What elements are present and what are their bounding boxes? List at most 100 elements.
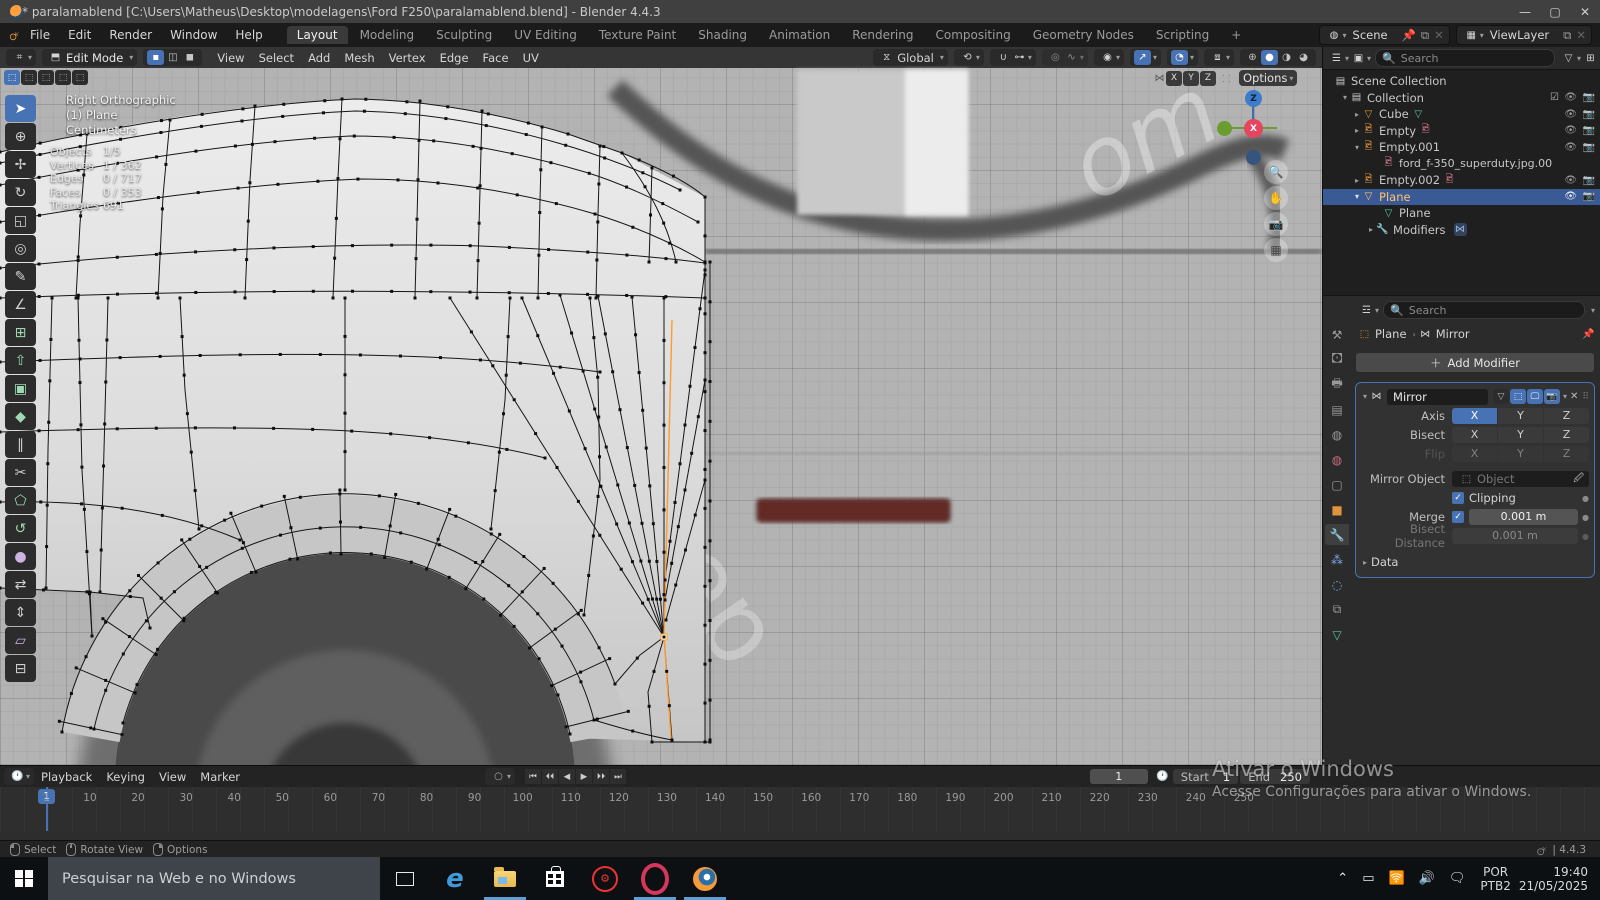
frame-tick-90[interactable]: 90 [460,792,490,804]
timeline-menu-keying[interactable]: Keying [99,770,152,784]
frame-tick-1[interactable]: 1 [32,792,62,804]
copy-icon[interactable]: ⧉ [1563,28,1571,43]
mirror-x-button[interactable]: X [1166,70,1182,86]
extras-dropdown[interactable]: ▾ [1563,392,1567,401]
tab-object[interactable]: ■ [1325,499,1349,520]
mirror-butterfly-icon[interactable]: ⋈ [1153,72,1166,85]
scale-tool[interactable]: ◱ [5,207,36,234]
expand-arrow[interactable]: ▸ [1355,126,1359,135]
menu-help[interactable]: Help [226,28,271,42]
frame-tick-190[interactable]: 190 [940,792,970,804]
tab-constraints[interactable]: ⧉ [1325,599,1349,620]
edge-slide-tool[interactable]: ⇄ [5,571,36,598]
frame-tick-180[interactable]: 180 [892,792,922,804]
menu-window[interactable]: Window [161,28,226,42]
pin-icon[interactable]: 📌 [1582,328,1595,341]
frame-tick-100[interactable]: 100 [508,792,538,804]
breadcrumb-modifier[interactable]: Mirror [1436,327,1470,341]
jump-end-button[interactable]: ⏭ [609,769,626,784]
collapse-arrow[interactable]: ▾ [1363,392,1367,401]
frame-tick-80[interactable]: 80 [412,792,442,804]
select-subtract-button[interactable]: ⬚ [38,70,54,85]
security-app-taskbar-button[interactable]: ⚙ [580,857,630,900]
notifications-icon[interactable]: 🗨 [1449,871,1466,886]
select-extend-button[interactable]: ⬚ [21,70,37,85]
expand-arrow[interactable]: ▸ [1355,176,1359,185]
expand-arrow[interactable]: ▸ [1355,110,1359,119]
poly-build-tool[interactable]: ⬠ [5,487,36,514]
tab-world[interactable]: ◍ [1325,449,1349,470]
frame-tick-20[interactable]: 20 [123,792,153,804]
cursor-tool[interactable]: ⊕ [5,123,36,150]
expand-arrow[interactable]: ▾ [1343,93,1347,102]
menu-file[interactable]: File [21,28,59,42]
frame-tick-70[interactable]: 70 [363,792,393,804]
frame-tick-230[interactable]: 230 [1133,792,1163,804]
rip-region-tool[interactable]: ⊟ [5,655,36,682]
properties-search-input[interactable]: 🔍 Search [1383,301,1585,319]
inset-faces-tool[interactable]: ▣ [5,375,36,402]
language-indicator[interactable]: POR PTB2 [1480,865,1510,893]
annotate-tool[interactable]: ✎ [5,263,36,290]
tab--[interactable]: + [1221,26,1251,44]
axis-z-button[interactable]: Z [1544,408,1589,424]
render-camera-icon[interactable]: 📷 [1583,92,1595,103]
next-keyframe-button[interactable]: ⏵⏵ [592,769,609,784]
clipping-checkbox[interactable]: ✓ [1452,492,1464,504]
measure-tool[interactable]: ∠ [5,291,36,318]
tab-layout[interactable]: Layout [286,26,348,44]
frame-tick-140[interactable]: 140 [700,792,730,804]
frame-tick-200[interactable]: 200 [988,792,1018,804]
menu-edit[interactable]: Edit [59,28,100,42]
tab-rendering[interactable]: Rendering [842,26,923,44]
grid-ortho-icon[interactable]: ▦ [1264,238,1288,262]
smooth-tool[interactable]: ● [5,543,36,570]
outliner-row-cube[interactable]: ▸ ▽ Cube ▽ 👁 📷 [1323,106,1600,123]
properties-editor-icon[interactable]: ☲ [1360,304,1373,317]
timeline-editor-icon[interactable]: 🕐 ▾ [4,768,35,785]
select-invert-button[interactable]: ⬚ [55,70,71,85]
tab-texture-paint[interactable]: Texture Paint [589,26,686,44]
drag-handle[interactable]: ⠿ [1582,392,1589,402]
edge-taskbar-button[interactable]: e [430,857,480,900]
extrude-region-tool[interactable]: ⇧ [5,347,36,374]
copy-icon[interactable]: ⧉ [1421,28,1429,43]
frame-tick-30[interactable]: 30 [171,792,201,804]
tab-scripting[interactable]: Scripting [1146,26,1219,44]
frame-tick-10[interactable]: 10 [75,792,105,804]
delete-modifier-icon[interactable]: ✕ [1570,391,1578,402]
exclude-checkbox[interactable]: ☑ [1550,92,1559,103]
outliner-row-empty[interactable]: ▸ 🖻 Empty 🖻 👁 📷 [1323,123,1600,140]
bisect-y-button[interactable]: Y [1498,427,1543,443]
gizmo-minus-z-axis[interactable] [1246,150,1261,165]
shear-tool[interactable]: ▱ [5,627,36,654]
maximize-button[interactable]: ▢ [1540,5,1570,19]
frame-tick-40[interactable]: 40 [219,792,249,804]
autokey-toggle[interactable]: ○ ▾ [484,768,515,785]
hide-eye-icon[interactable]: 👁 [1564,125,1577,136]
play-button[interactable]: ▶ [575,769,592,784]
frame-tick-220[interactable]: 220 [1085,792,1115,804]
bisect-distance-field[interactable]: 0.001 m [1452,528,1579,544]
close-button[interactable]: ✕ [1570,5,1600,19]
wifi-icon[interactable]: 🛜 [1389,871,1405,886]
expand-arrow[interactable]: ▾ [1355,143,1359,152]
frame-tick-60[interactable]: 60 [315,792,345,804]
show-in-editmode-toggle[interactable]: ⬚ [1510,389,1526,404]
eyedropper-icon[interactable]: 🖉 [1573,471,1584,488]
tab-object-data[interactable]: ▽ [1325,624,1349,645]
store-taskbar-button[interactable] [530,857,580,900]
outliner-row-collection[interactable]: ▾ ▤ Collection ☑ 👁 📷 [1323,90,1600,107]
tab-modeling[interactable]: Modeling [350,26,425,44]
tab-particles[interactable]: ⁂ [1325,549,1349,570]
opera-taskbar-button[interactable] [630,857,680,900]
render-camera-icon[interactable]: 📷 [1583,175,1595,186]
frame-tick-110[interactable]: 110 [556,792,586,804]
pan-hand-icon[interactable]: ✋ [1264,186,1288,210]
navigation-gizmo[interactable]: Z X [1215,90,1305,180]
expand-arrow[interactable]: ▾ [1355,192,1359,201]
bevel-tool[interactable]: ◆ [5,403,36,430]
animate-dot[interactable]: ● [1582,494,1589,503]
tab-uv-editing[interactable]: UV Editing [504,26,587,44]
tab-geometry-nodes[interactable]: Geometry Nodes [1023,26,1144,44]
